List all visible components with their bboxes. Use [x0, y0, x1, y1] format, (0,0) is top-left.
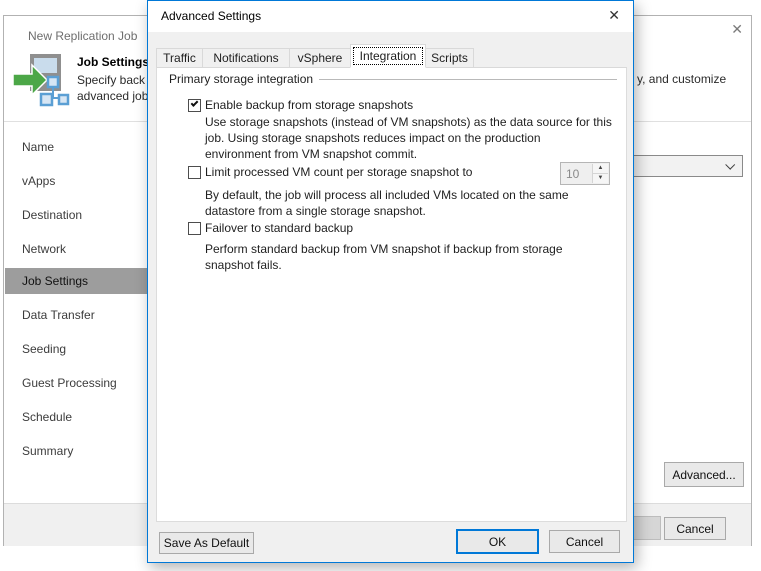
- vm-count-value: 10: [566, 167, 580, 181]
- advanced-settings-dialog: Advanced Settings ✕ Traffic Notification…: [147, 0, 634, 563]
- advanced-button[interactable]: Advanced...: [664, 462, 744, 487]
- sidebar-item-vapps[interactable]: vApps: [5, 168, 150, 194]
- sidebar-item-schedule[interactable]: Schedule: [5, 404, 150, 430]
- dialog-cancel-button[interactable]: Cancel: [549, 530, 620, 553]
- chevron-down-icon: [725, 159, 736, 170]
- description-line: snapshot fails.: [205, 258, 282, 272]
- window-close-icon[interactable]: ✕: [731, 21, 743, 38]
- wizard-steps-sidebar: Name vApps Destination Network Job Setti…: [5, 16, 150, 545]
- spinner-buttons: ▲ ▼: [592, 164, 608, 183]
- sidebar-item-summary[interactable]: Summary: [5, 438, 150, 464]
- failover-description: Perform standard backup from VM snapshot…: [205, 241, 563, 273]
- sidebar-item-name[interactable]: Name: [5, 134, 150, 160]
- limit-vm-count-checkbox[interactable]: [188, 166, 201, 179]
- tab-integration[interactable]: Integration: [350, 44, 426, 68]
- enable-backup-checkbox[interactable]: [188, 99, 201, 112]
- wizard-cancel-button[interactable]: Cancel: [664, 517, 726, 540]
- description-line: environment from VM snapshot commit.: [205, 147, 418, 161]
- failover-label[interactable]: Failover to standard backup: [205, 221, 353, 235]
- group-divider: [319, 78, 617, 80]
- vm-count-spinner[interactable]: 10 ▲ ▼: [560, 162, 610, 185]
- dialog-titlebar: Advanced Settings ✕: [148, 1, 633, 32]
- limit-vm-count-label[interactable]: Limit processed VM count per storage sna…: [205, 165, 472, 179]
- ok-button[interactable]: OK: [456, 529, 539, 554]
- enable-backup-label[interactable]: Enable backup from storage snapshots: [205, 98, 413, 112]
- sidebar-item-destination[interactable]: Destination: [5, 202, 150, 228]
- sidebar-item-job-settings[interactable]: Job Settings: [5, 268, 150, 294]
- integration-tab-panel: Primary storage integration Enable backu…: [156, 67, 627, 522]
- tab-vsphere[interactable]: vSphere: [289, 48, 351, 68]
- description-line: By default, the job will process all inc…: [205, 188, 569, 202]
- sidebar-item-guest-processing[interactable]: Guest Processing: [5, 370, 150, 396]
- dialog-title: Advanced Settings: [161, 9, 262, 23]
- check-icon: [190, 99, 199, 107]
- group-header: Primary storage integration: [169, 72, 617, 86]
- spin-up-icon[interactable]: ▲: [592, 164, 608, 174]
- spin-down-icon[interactable]: ▼: [592, 174, 608, 183]
- tab-scripts[interactable]: Scripts: [425, 48, 474, 68]
- limit-vm-count-description: By default, the job will process all inc…: [205, 187, 569, 219]
- sidebar-item-network[interactable]: Network: [5, 236, 150, 262]
- description-line: Perform standard backup from VM snapshot…: [205, 242, 563, 256]
- description-line: job. Using storage snapshots reduces imp…: [205, 131, 541, 145]
- tab-notifications[interactable]: Notifications: [202, 48, 290, 68]
- step-description-right-fragment: y, and customize: [637, 72, 727, 86]
- description-line: Use storage snapshots (instead of VM sna…: [205, 115, 612, 129]
- save-as-default-button[interactable]: Save As Default: [159, 532, 254, 554]
- sidebar-item-seeding[interactable]: Seeding: [5, 336, 150, 362]
- group-title: Primary storage integration: [169, 72, 314, 86]
- dialog-close-icon[interactable]: ✕: [608, 7, 620, 24]
- failover-checkbox[interactable]: [188, 222, 201, 235]
- screen: New Replication Job ✕ Job Settings Speci…: [0, 0, 761, 571]
- tab-traffic[interactable]: Traffic: [156, 48, 203, 68]
- sidebar-item-data-transfer[interactable]: Data Transfer: [5, 302, 150, 328]
- tab-bar: Traffic Notifications vSphere Integratio…: [156, 44, 474, 68]
- description-line: datastore from a single storage snapshot…: [205, 204, 426, 218]
- enable-backup-description: Use storage snapshots (instead of VM sna…: [205, 114, 612, 162]
